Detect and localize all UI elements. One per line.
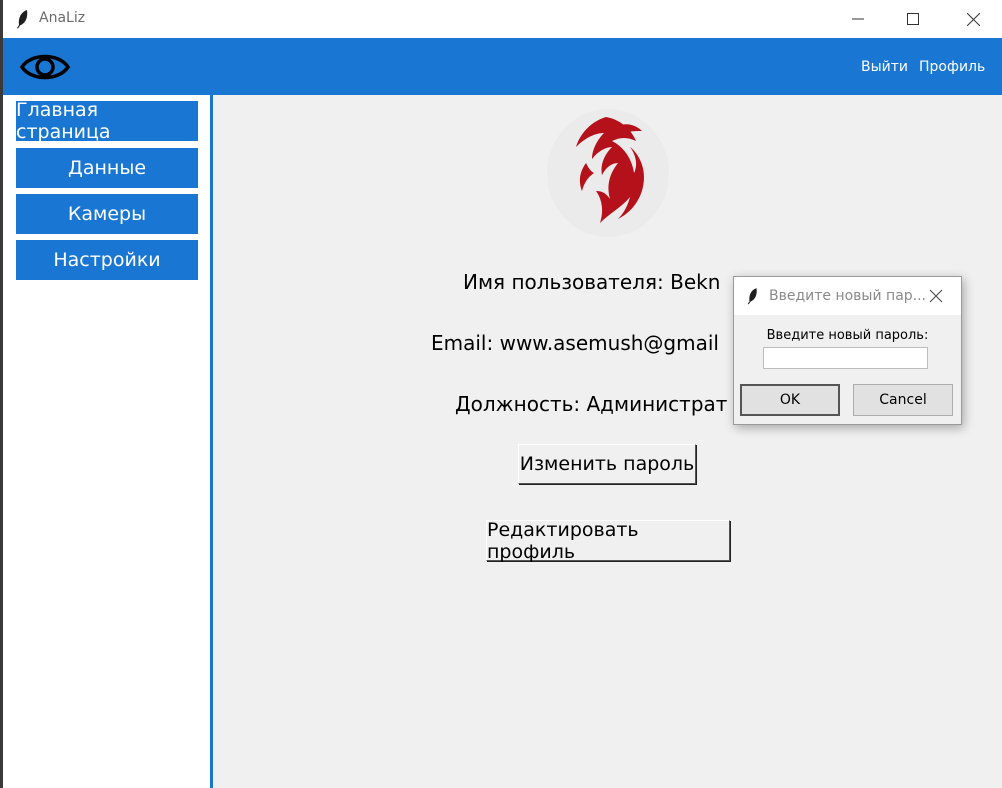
logout-link[interactable]: Выйти [861,59,908,75]
minimize-icon [852,18,864,20]
maximize-button[interactable] [890,0,936,38]
role-text: Должность: Администрат [455,392,728,416]
title-bar: AnaLiz [3,0,1002,38]
new-password-input[interactable] [763,347,928,369]
header-bar: Выйти Профиль [3,38,1002,95]
profile-link[interactable]: Профиль [919,59,985,75]
close-icon [966,12,980,26]
username-text: Имя пользователя: Bekn [463,270,721,294]
sidebar: Главная страница Данные Камеры Настройки [3,95,210,788]
change-password-button[interactable]: Изменить пароль [518,444,696,484]
edit-profile-button[interactable]: Редактировать профиль [486,519,730,563]
eye-icon [19,54,71,80]
feather-icon [747,288,757,305]
dialog-title: Введите новый пар... [769,288,927,304]
close-button[interactable] [950,0,996,38]
sidebar-item-home[interactable]: Главная страница [16,99,198,143]
sidebar-item-settings[interactable]: Настройки [16,240,198,280]
email-text: Email: www.asemush@gmail [431,331,719,355]
close-icon[interactable] [929,289,943,303]
dialog-prompt: Введите новый пароль: [766,328,929,343]
dialog-title-bar: Введите новый пар... [734,277,961,315]
password-dialog: Введите новый пар... Введите новый парол… [733,276,962,425]
ok-button[interactable]: OK [740,384,840,416]
feather-icon [17,10,28,29]
phoenix-logo [547,109,669,237]
maximize-icon [907,13,919,25]
sidebar-item-cameras[interactable]: Камеры [16,194,198,234]
minimize-button[interactable] [835,0,881,38]
window-title: AnaLiz [39,10,86,26]
sidebar-item-data[interactable]: Данные [16,148,198,188]
cancel-button[interactable]: Cancel [853,384,953,416]
